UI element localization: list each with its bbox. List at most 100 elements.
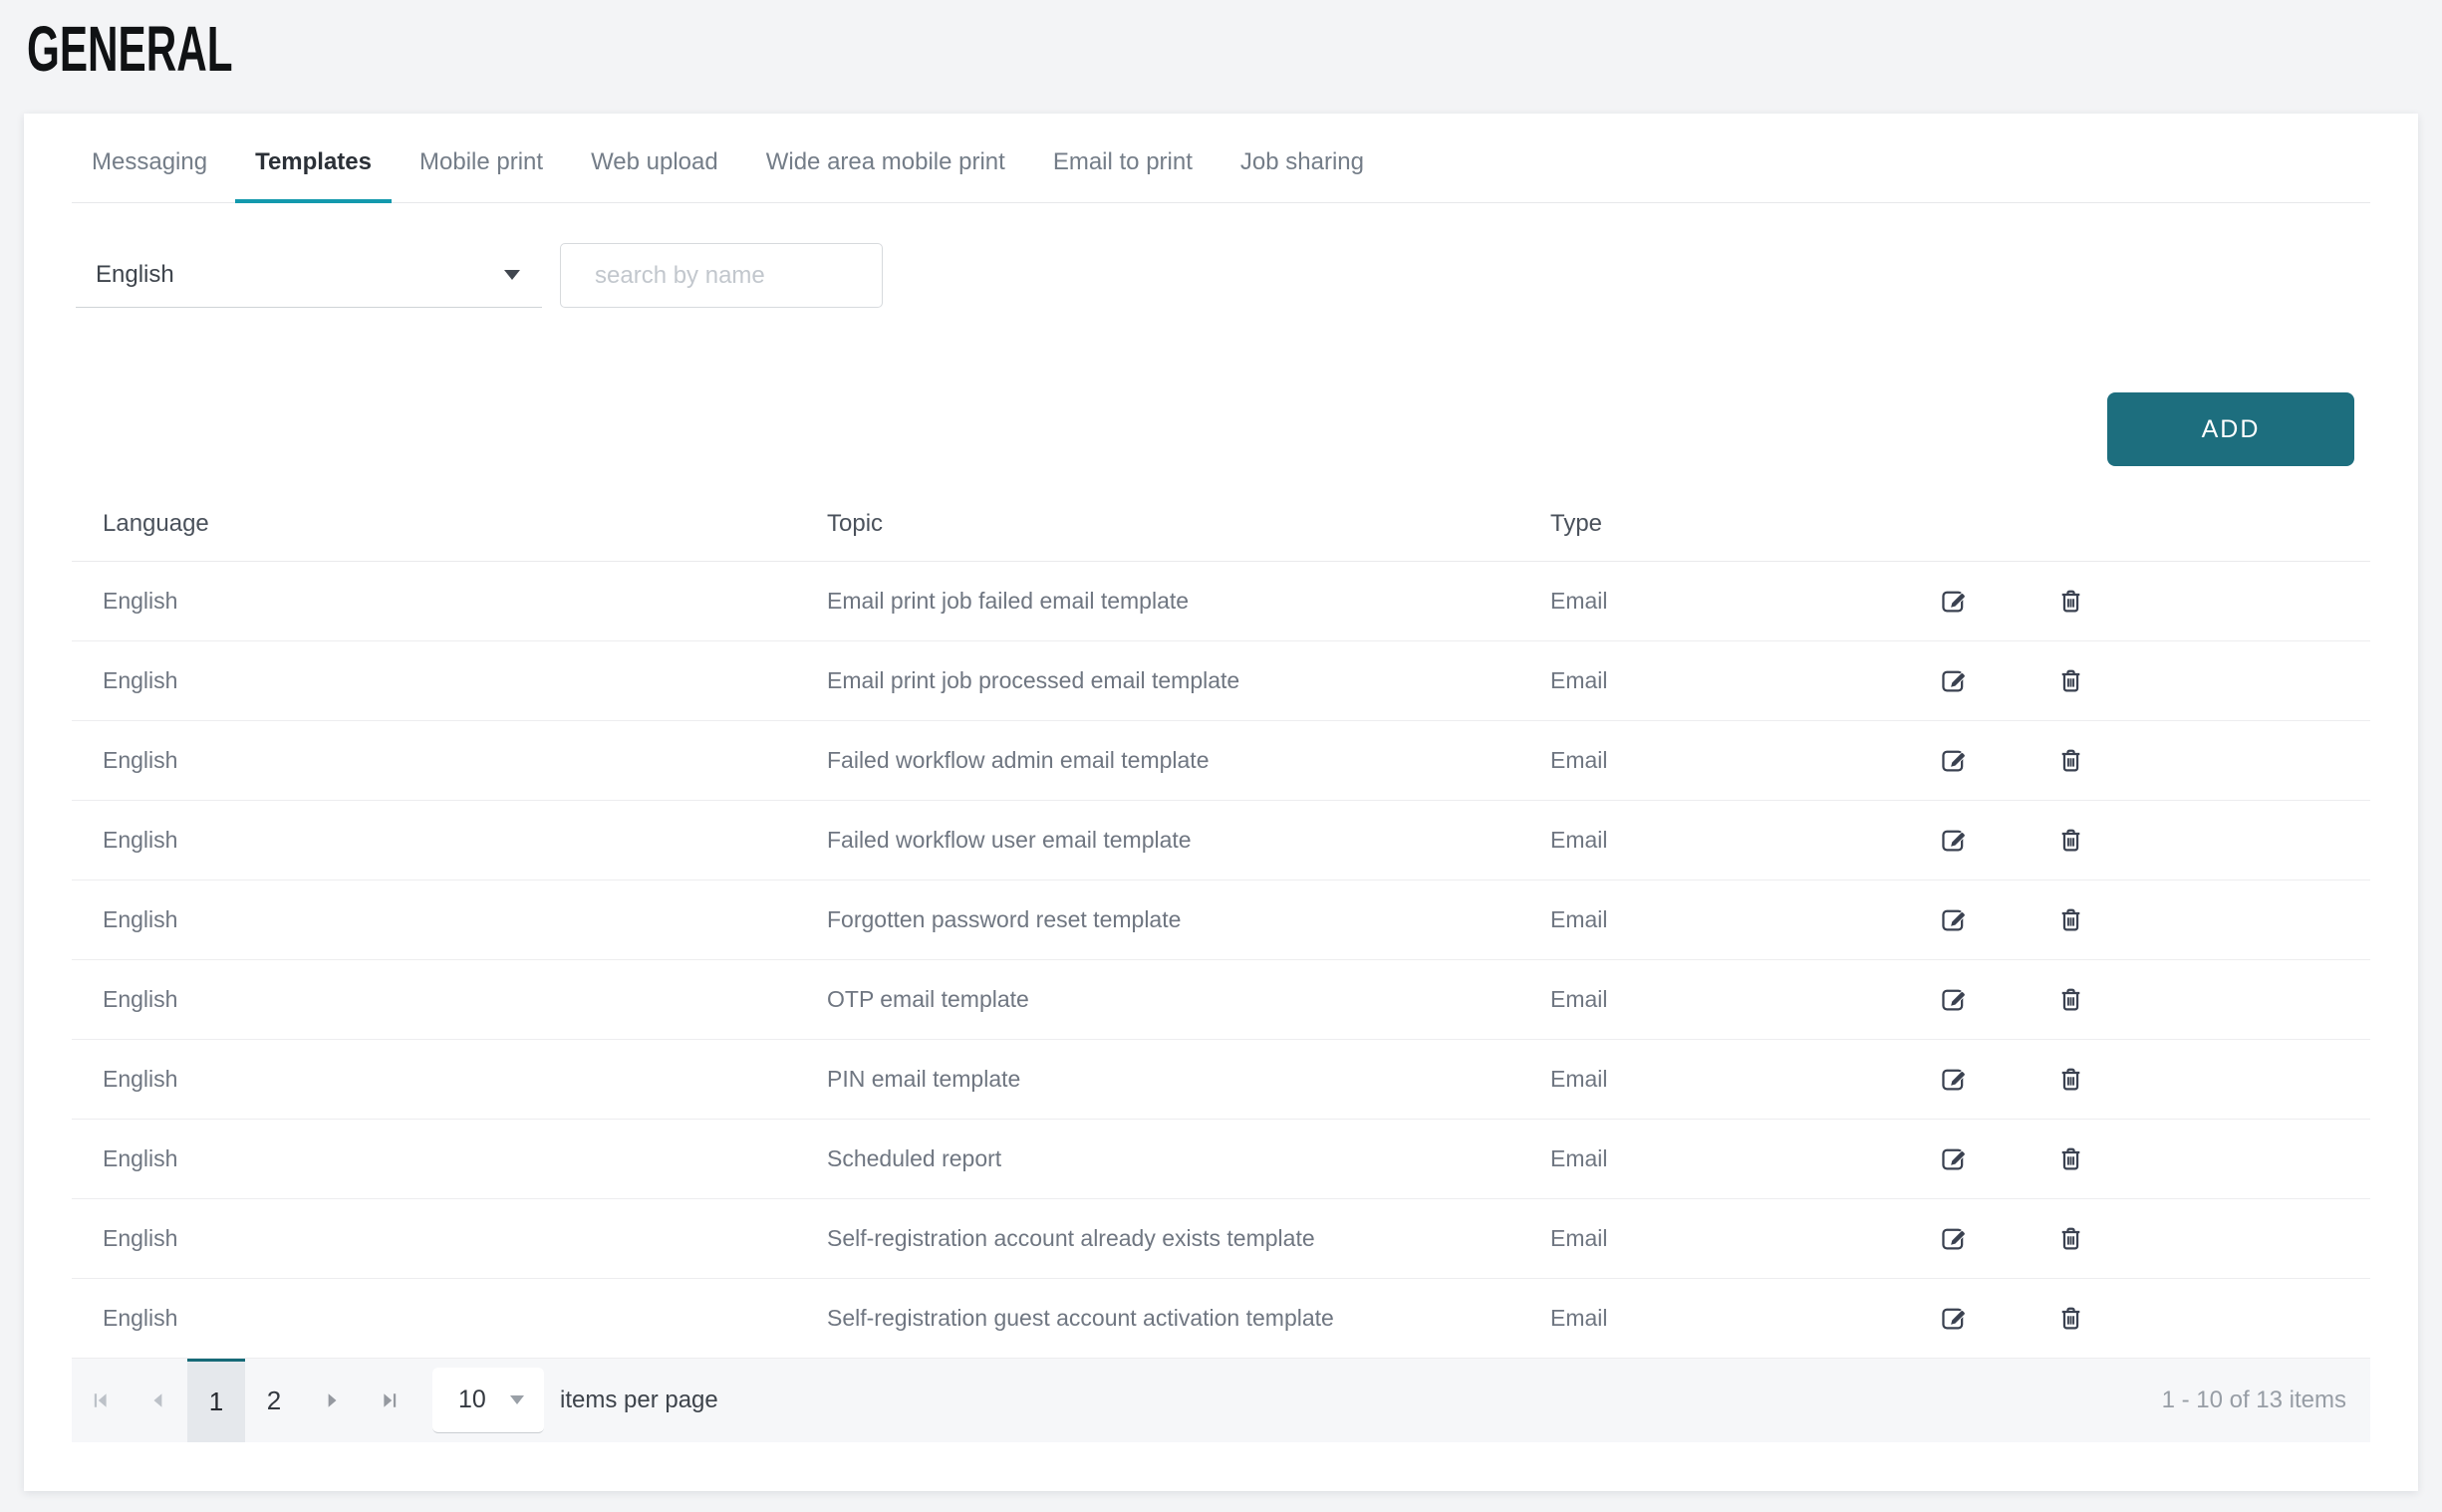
trash-icon (2057, 747, 2084, 774)
trash-icon (2057, 906, 2084, 933)
delete-button[interactable] (2048, 1217, 2092, 1261)
delete-button[interactable] (2048, 978, 2092, 1022)
table-header-row: Language Topic Type (72, 486, 2370, 562)
tab-label: Messaging (92, 148, 207, 175)
tab-label: Job sharing (1240, 148, 1364, 175)
tab-label: Templates (255, 148, 372, 175)
cell-language: English (72, 667, 827, 694)
page-size-select[interactable]: 10 (432, 1368, 544, 1433)
cell-topic: Email print job processed email template (827, 667, 1550, 694)
search-input[interactable] (560, 243, 883, 308)
trash-icon (2057, 1305, 2084, 1332)
trash-icon (2057, 1225, 2084, 1252)
table-row: English Self-registration account alread… (72, 1199, 2370, 1279)
cell-topic: Forgotten password reset template (827, 906, 1550, 933)
cell-language: English (72, 906, 827, 933)
delete-button[interactable] (2048, 819, 2092, 863)
add-button[interactable]: ADD (2107, 392, 2354, 466)
pager-range-label: 1 - 10 of 13 items (2162, 1386, 2370, 1414)
edit-button[interactable] (1932, 978, 1976, 1022)
cell-topic: Scheduled report (827, 1145, 1550, 1172)
edit-button[interactable] (1932, 1058, 1976, 1102)
edit-button[interactable] (1932, 739, 1976, 783)
cell-topic: PIN email template (827, 1066, 1550, 1093)
skip-to-first-icon (92, 1391, 110, 1409)
delete-button[interactable] (2048, 659, 2092, 703)
cell-type: Email (1550, 747, 1895, 774)
pager-page-2[interactable]: 2 (245, 1359, 303, 1442)
tab-job-sharing[interactable]: Job sharing (1221, 148, 1384, 202)
cell-topic: Self-registration account already exists… (827, 1225, 1550, 1252)
cell-language: English (72, 747, 827, 774)
edit-button[interactable] (1932, 659, 1976, 703)
tab-mobile-print[interactable]: Mobile print (400, 148, 563, 202)
table-row: English Failed workflow admin email temp… (72, 721, 2370, 801)
pager-next-button[interactable] (303, 1359, 361, 1442)
table-row: English Self-registration guest account … (72, 1279, 2370, 1359)
delete-button[interactable] (2048, 739, 2092, 783)
cell-type: Email (1550, 1066, 1895, 1093)
chevron-prev-icon (149, 1391, 167, 1409)
tab-templates[interactable]: Templates (235, 148, 392, 202)
caret-down-icon (504, 270, 520, 280)
delete-button[interactable] (2048, 1137, 2092, 1181)
tab-label: Mobile print (419, 148, 543, 175)
cell-language: English (72, 1225, 827, 1252)
edit-icon (1941, 827, 1968, 854)
pager-last-button[interactable] (361, 1359, 418, 1442)
pager-page-1[interactable]: 1 (187, 1359, 245, 1442)
table-row: English PIN email template Email (72, 1040, 2370, 1120)
caret-down-icon (510, 1395, 524, 1404)
cell-type: Email (1550, 1145, 1895, 1172)
tab-label: Wide area mobile print (766, 148, 1005, 175)
cell-type: Email (1550, 667, 1895, 694)
cell-language: English (72, 1145, 827, 1172)
column-header-topic: Topic (827, 510, 1550, 538)
tab-bar: Messaging Templates Mobile print Web upload… (72, 114, 2370, 203)
tab-label: Web upload (591, 148, 718, 175)
pager-page-label: 2 (267, 1386, 281, 1416)
pager-prev-button[interactable] (130, 1359, 187, 1442)
page-size-value: 10 (458, 1386, 486, 1414)
table-row: English OTP email template Email (72, 960, 2370, 1040)
edit-button[interactable] (1932, 580, 1976, 624)
tab-web-upload[interactable]: Web upload (571, 148, 738, 202)
cell-language: English (72, 1066, 827, 1093)
toolbar: ADD (72, 392, 2370, 466)
column-header-language: Language (72, 510, 827, 538)
column-header-type: Type (1550, 510, 1895, 538)
edit-icon (1941, 747, 1968, 774)
cell-type: Email (1550, 588, 1895, 615)
delete-button[interactable] (2048, 1297, 2092, 1341)
tab-email-to-print[interactable]: Email to print (1033, 148, 1213, 202)
tab-wide-area-mobile-print[interactable]: Wide area mobile print (746, 148, 1025, 202)
page-title: GENERAL (27, 16, 233, 83)
cell-type: Email (1550, 1305, 1895, 1332)
trash-icon (2057, 986, 2084, 1013)
table-row: English Scheduled report Email (72, 1120, 2370, 1199)
trash-icon (2057, 1145, 2084, 1172)
table-body: English Email print job failed email tem… (72, 562, 2370, 1359)
edit-icon (1941, 1225, 1968, 1252)
edit-icon (1941, 1066, 1968, 1093)
delete-button[interactable] (2048, 898, 2092, 942)
edit-button[interactable] (1932, 898, 1976, 942)
tab-messaging[interactable]: Messaging (72, 148, 227, 202)
delete-button[interactable] (2048, 580, 2092, 624)
edit-button[interactable] (1932, 1137, 1976, 1181)
cell-type: Email (1550, 1225, 1895, 1252)
cell-topic: Failed workflow admin email template (827, 747, 1550, 774)
cell-language: English (72, 986, 827, 1013)
pager-first-button[interactable] (72, 1359, 130, 1442)
pager-page-label: 1 (209, 1386, 223, 1417)
edit-button[interactable] (1932, 1297, 1976, 1341)
edit-button[interactable] (1932, 819, 1976, 863)
settings-card: Messaging Templates Mobile print Web upload… (24, 114, 2418, 1491)
edit-icon (1941, 1305, 1968, 1332)
cell-topic: OTP email template (827, 986, 1550, 1013)
cell-language: English (72, 588, 827, 615)
edit-button[interactable] (1932, 1217, 1976, 1261)
delete-button[interactable] (2048, 1058, 2092, 1102)
language-select[interactable]: English (76, 243, 542, 308)
trash-icon (2057, 827, 2084, 854)
